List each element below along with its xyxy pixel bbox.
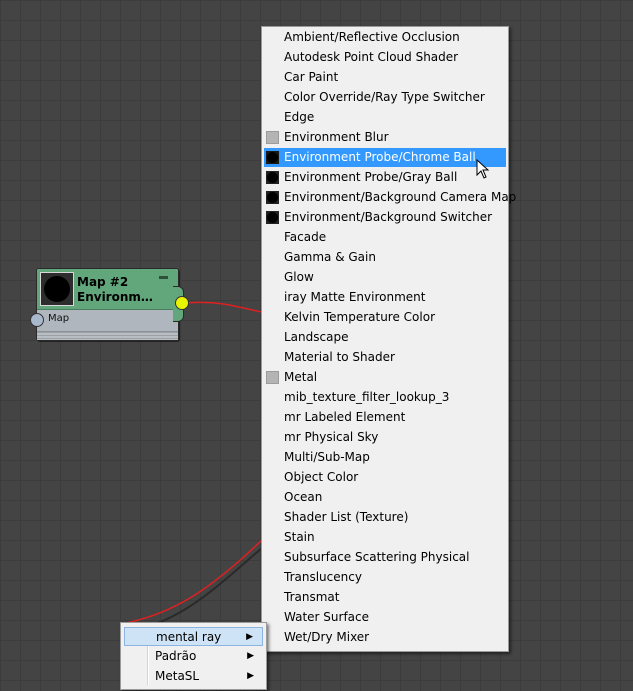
menu-item-label: mr Labeled Element — [284, 410, 406, 424]
renderer-submenu: mental ray ▶ Padrão ▶ MetaSL ▶ — [120, 622, 267, 690]
menu-item-label: Ocean — [284, 490, 323, 504]
menu-item[interactable]: Color Override/Ray Type Switcher — [264, 88, 506, 107]
menu-item[interactable]: Stain — [264, 528, 506, 547]
menu-item[interactable]: Environment Blur — [264, 128, 506, 147]
menu-item-label: Edge — [284, 110, 315, 124]
menu-item[interactable]: mr Labeled Element — [264, 408, 506, 427]
gray-swatch-icon — [266, 131, 279, 144]
menu-item-label: Autodesk Point Cloud Shader — [284, 50, 459, 64]
menu-item-label: mib_texture_filter_lookup_3 — [284, 390, 450, 404]
menu-item-label: mr Physical Sky — [284, 430, 379, 444]
menu-item-label: Multi/Sub-Map — [284, 450, 370, 464]
menu-item[interactable]: mr Physical Sky — [264, 428, 506, 447]
node-footer — [37, 331, 178, 340]
black-ball-icon — [266, 151, 279, 164]
black-ball-icon — [44, 276, 70, 302]
submenu-item[interactable]: mental ray ▶ — [124, 627, 263, 646]
gray-swatch-icon — [266, 371, 279, 384]
input-port-map[interactable] — [30, 313, 44, 327]
map-node[interactable]: Map #2 Environm… Map — [30, 268, 189, 341]
menu-item[interactable]: Kelvin Temperature Color — [264, 308, 506, 327]
menu-item-label: Wet/Dry Mixer — [284, 630, 370, 644]
black-ball-icon — [266, 211, 279, 224]
mouse-cursor-icon — [476, 159, 490, 179]
submenu-item[interactable]: Padrão ▶ — [124, 647, 263, 666]
menu-item-label: Environment Blur — [284, 130, 389, 144]
menu-item-label: Translucency — [284, 570, 362, 584]
menu-item-label: Ambient/Reflective Occlusion — [284, 30, 460, 44]
menu-item-label: Subsurface Scattering Physical — [284, 550, 470, 564]
menu-item-label: Landscape — [284, 330, 349, 344]
menu-item-label: Shader List (Texture) — [284, 510, 409, 524]
menu-item[interactable]: Gamma & Gain — [264, 248, 506, 267]
menu-item-label: Kelvin Temperature Color — [284, 310, 436, 324]
menu-item[interactable]: Subsurface Scattering Physical — [264, 548, 506, 567]
menu-item-label: Facade — [284, 230, 327, 244]
chevron-right-icon: ▶ — [246, 632, 253, 642]
menu-item-label: Metal — [284, 370, 318, 384]
chevron-right-icon: ▶ — [247, 651, 254, 661]
menu-item[interactable]: Edge — [264, 108, 506, 127]
submenu-item-label: Padrão — [155, 649, 197, 663]
menu-item-label: Gamma & Gain — [284, 250, 376, 264]
menu-item[interactable]: Metal — [264, 368, 506, 387]
black-ball-icon — [266, 171, 279, 184]
minimize-icon[interactable] — [159, 276, 168, 279]
menu-item[interactable]: Ocean — [264, 488, 506, 507]
menu-item[interactable]: Translucency — [264, 568, 506, 587]
menu-item-label: Stain — [284, 530, 315, 544]
output-port[interactable] — [175, 296, 189, 310]
menu-item-label: Color Override/Ray Type Switcher — [284, 90, 485, 104]
chevron-right-icon: ▶ — [247, 671, 254, 681]
menu-item[interactable]: Autodesk Point Cloud Shader — [264, 48, 506, 67]
menu-item[interactable]: Ambient/Reflective Occlusion — [264, 28, 506, 47]
menu-item[interactable]: Car Paint — [264, 68, 506, 87]
submenu-item-label: MetaSL — [155, 669, 200, 683]
menu-item[interactable]: Wet/Dry Mixer — [264, 628, 506, 647]
menu-item[interactable]: Object Color — [264, 468, 506, 487]
menu-item[interactable]: Landscape — [264, 328, 506, 347]
submenu-item[interactable]: MetaSL ▶ — [124, 667, 263, 686]
wire-red — [185, 301, 263, 313]
menu-item-label: Environment/Background Switcher — [284, 210, 493, 224]
wire-red-lower — [119, 539, 263, 625]
node-thumbnail — [40, 272, 74, 306]
menu-item[interactable]: iray Matte Environment — [264, 288, 506, 307]
menu-item[interactable]: Multi/Sub-Map — [264, 448, 506, 467]
menu-item[interactable]: Environment Probe/Chrome Ball — [264, 148, 506, 167]
menu-item[interactable]: Environment/Background Switcher — [264, 208, 506, 227]
menu-item[interactable]: Shader List (Texture) — [264, 508, 506, 527]
menu-item-label: Object Color — [284, 470, 359, 484]
menu-item[interactable]: mib_texture_filter_lookup_3 — [264, 388, 506, 407]
menu-item-label: Environment Probe/Chrome Ball — [284, 150, 476, 164]
black-ball-icon — [266, 191, 279, 204]
map-type-menu: Ambient/Reflective Occlusion Autodesk Poi… — [261, 26, 516, 652]
menu-item-label: Material to Shader — [284, 350, 395, 364]
menu-item[interactable]: Material to Shader — [264, 348, 506, 367]
menu-item-label: Water Surface — [284, 610, 370, 624]
menu-item[interactable]: Facade — [264, 228, 506, 247]
menu-item-label: Car Paint — [284, 70, 339, 84]
menu-item[interactable]: Water Surface — [264, 608, 506, 627]
map-node-header[interactable]: Map #2 Environm… — [37, 269, 178, 310]
input-label: Map — [48, 313, 70, 324]
menu-item-label: iray Matte Environment — [284, 290, 426, 304]
menu-item-label: Environment/Background Camera Map — [284, 190, 517, 204]
menu-item[interactable]: Transmat — [264, 588, 506, 607]
menu-item[interactable]: Environment/Background Camera Map — [264, 188, 516, 207]
menu-item-label: Environment Probe/Gray Ball — [284, 170, 458, 184]
submenu-item-label: mental ray — [156, 630, 222, 644]
menu-item-label: Transmat — [284, 590, 340, 604]
node-title: Map #2 — [77, 275, 129, 289]
menu-item[interactable]: Glow — [264, 268, 506, 287]
menu-item-label: Glow — [284, 270, 314, 284]
menu-item[interactable]: Environment Probe/Gray Ball — [264, 168, 506, 187]
node-subtitle: Environm… — [77, 290, 153, 304]
